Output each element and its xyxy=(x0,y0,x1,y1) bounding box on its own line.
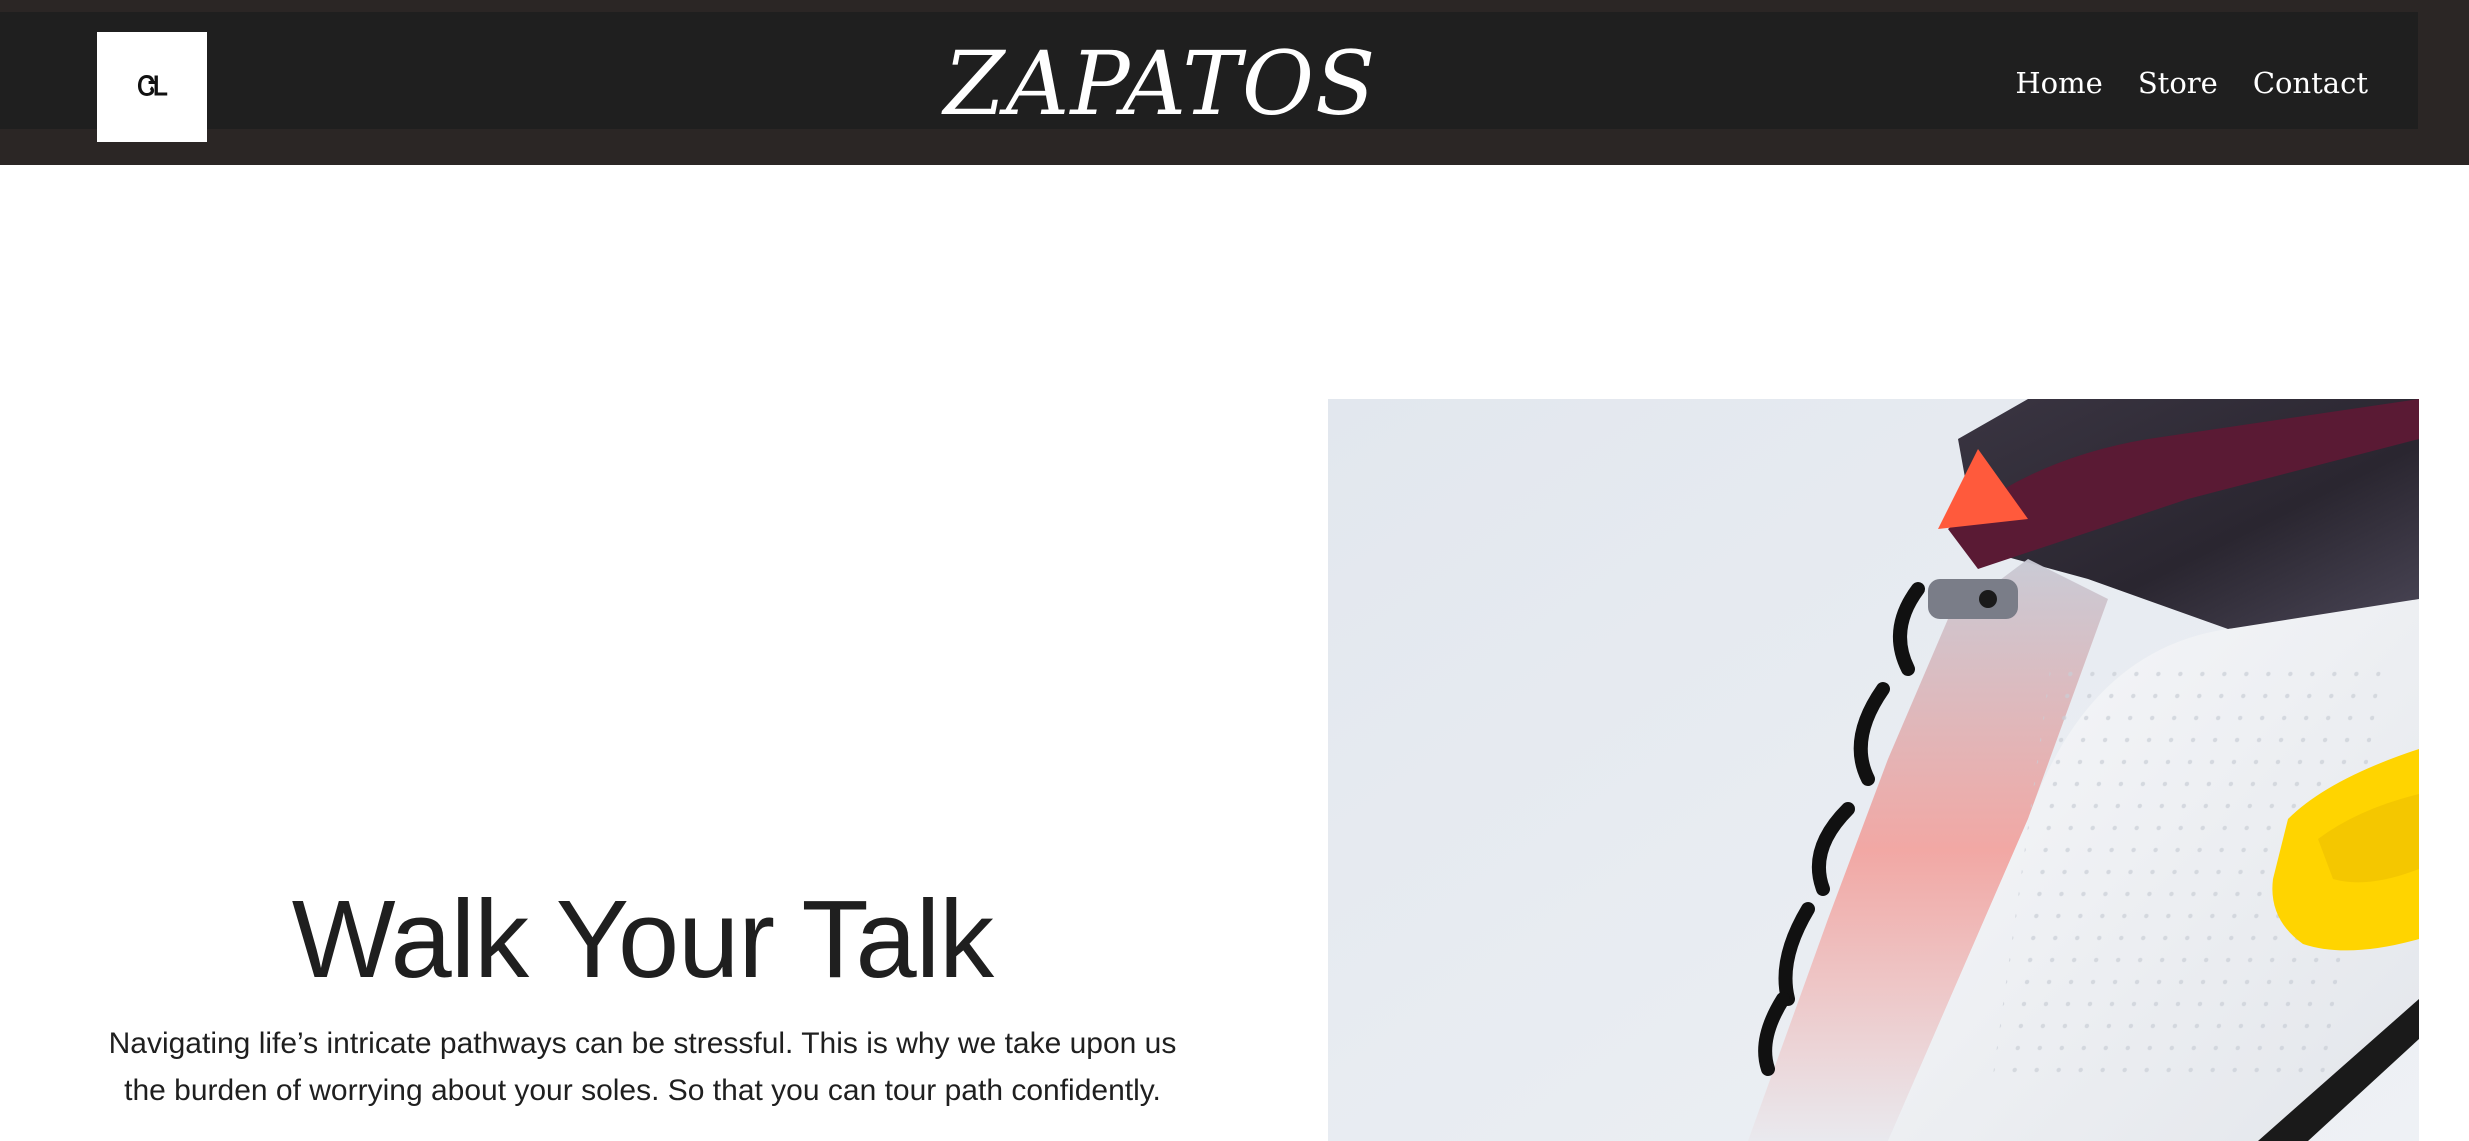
nav-contact-link[interactable]: Contact xyxy=(2253,66,2368,100)
nav-store-link[interactable]: Store xyxy=(2138,66,2218,100)
hero-title: Walk Your Talk xyxy=(291,878,994,1001)
main-nav: Home Store Contact xyxy=(2015,66,2368,100)
sneaker-illustration xyxy=(1328,399,2419,1141)
sneaker-eyelet xyxy=(1928,579,2018,619)
nav-home-link[interactable]: Home xyxy=(2015,66,2102,100)
site-header: ᏣᏞ ZAPATOS Home Store Contact xyxy=(0,0,2469,165)
hero-copy: Walk Your Talk Navigating life’s intrica… xyxy=(0,880,1285,1114)
hero-description: Navigating life’s intricate pathways can… xyxy=(108,1027,1177,1107)
brand-title: ZAPATOS xyxy=(943,32,1377,135)
logo-mark: ᏣᏞ xyxy=(137,71,169,102)
hero-sneaker-image xyxy=(1328,399,2419,1141)
header-bar: ᏣᏞ ZAPATOS Home Store Contact xyxy=(0,12,2418,142)
logo[interactable]: ᏣᏞ xyxy=(97,32,207,142)
